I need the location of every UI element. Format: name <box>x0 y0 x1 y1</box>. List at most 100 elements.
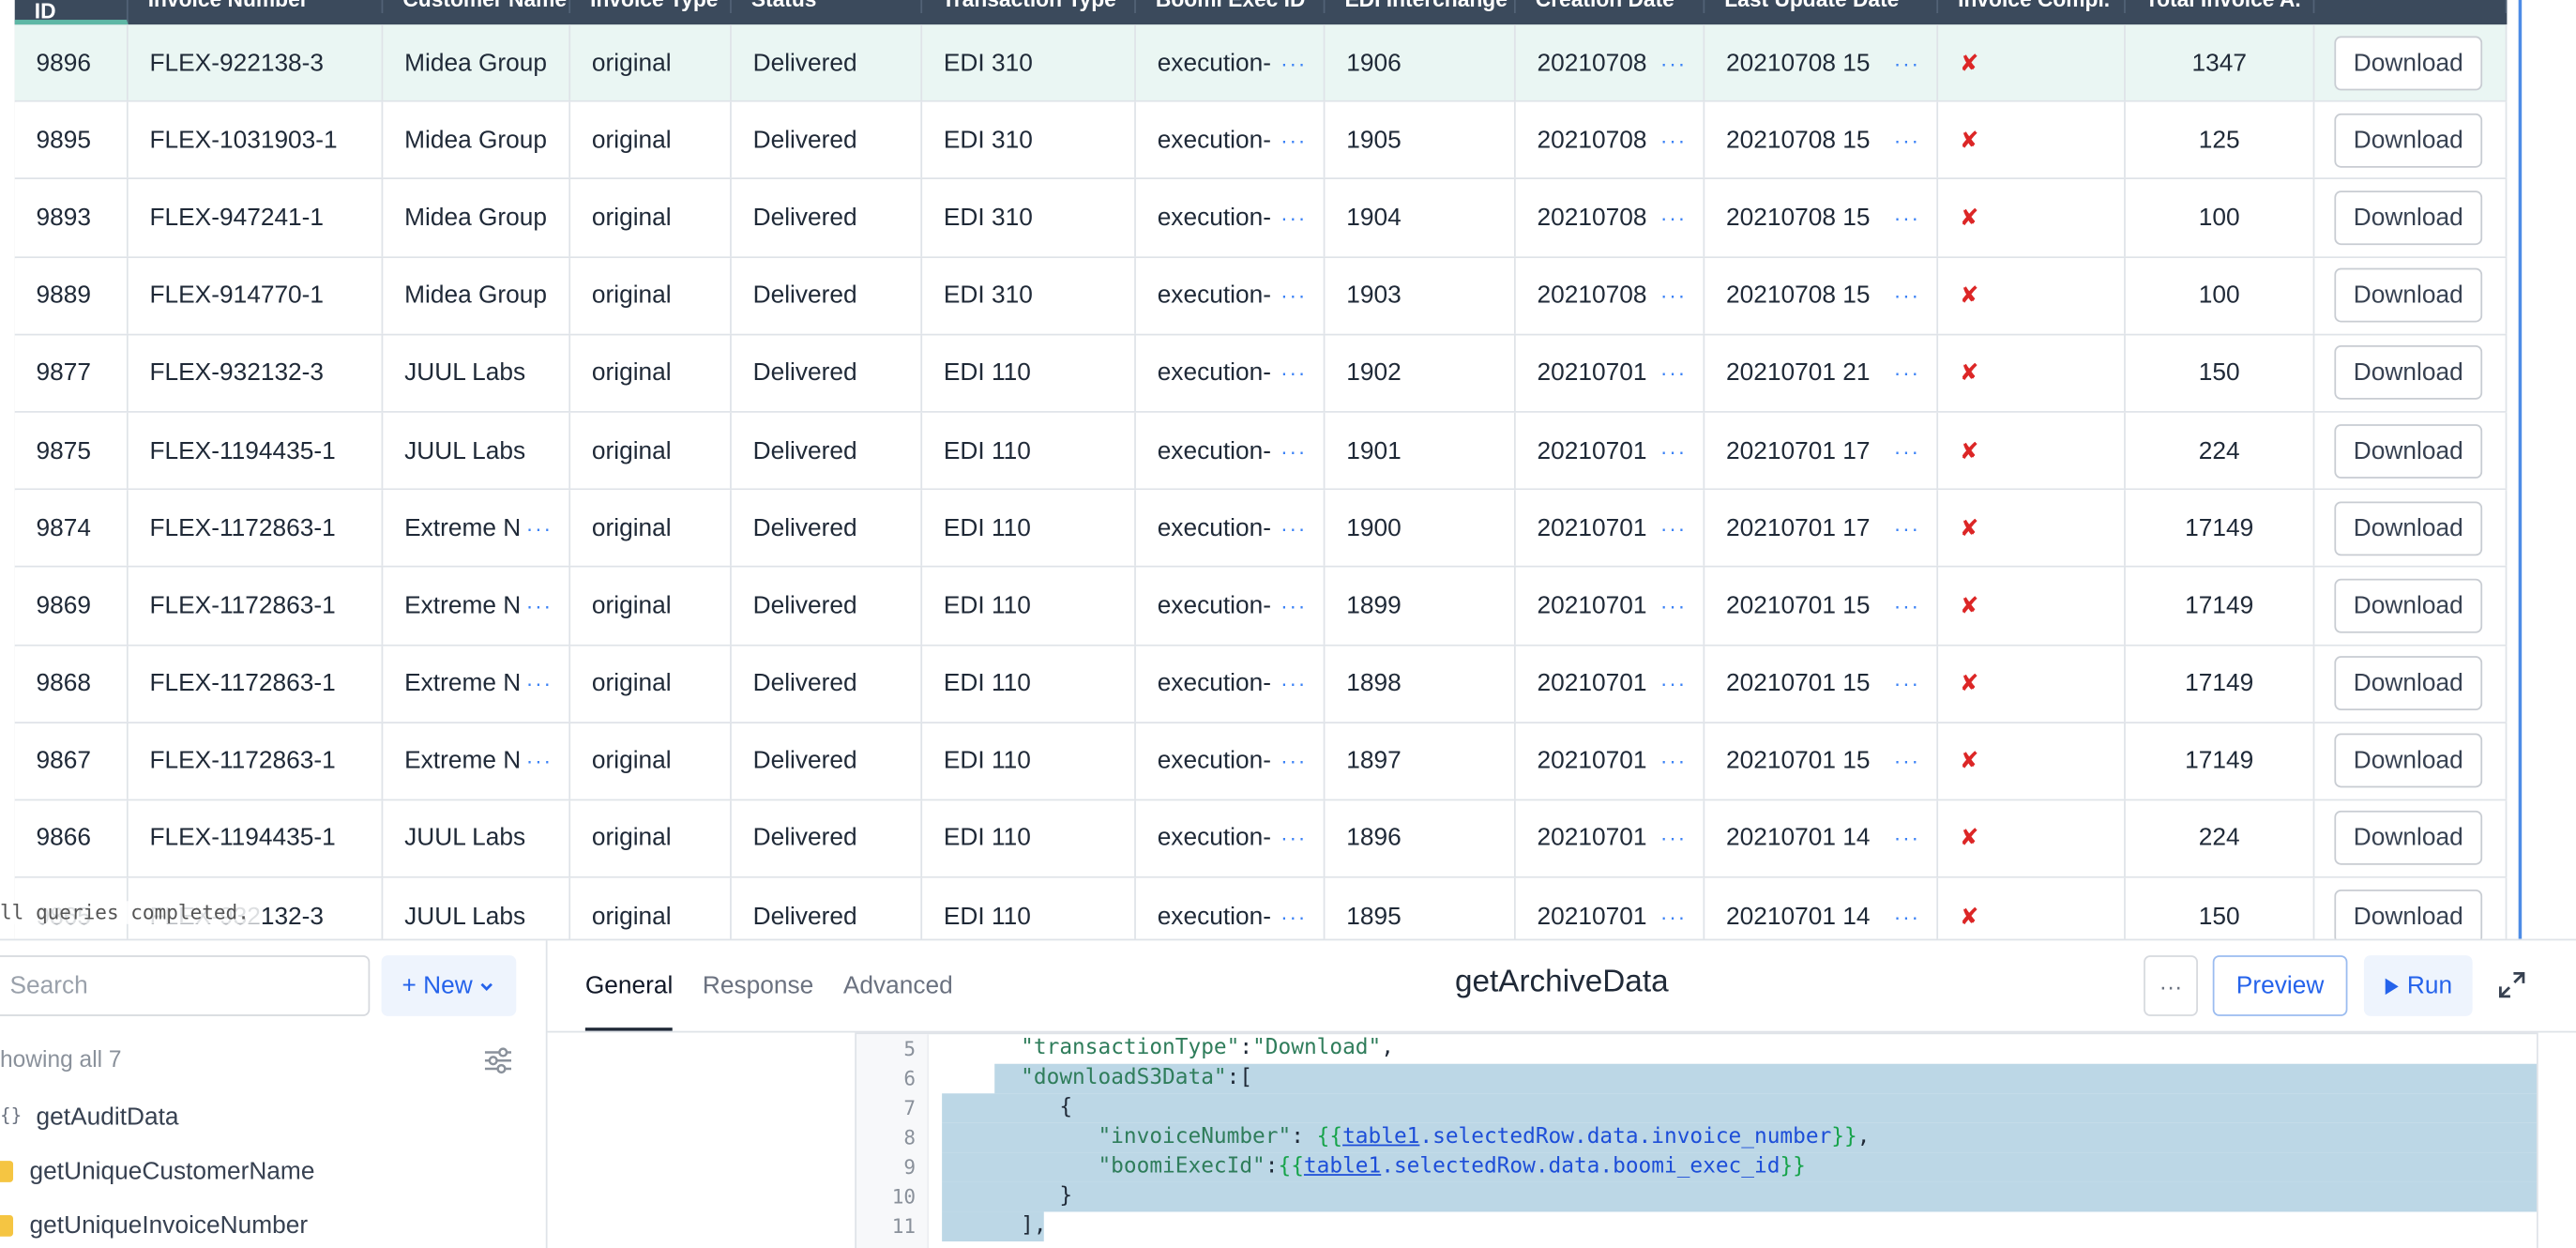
expand-cell-icon[interactable]: ··· <box>1894 51 1920 75</box>
more-options-button[interactable]: ··· <box>2144 955 2198 1016</box>
download-button[interactable]: Download <box>2334 734 2483 788</box>
tab-response[interactable]: Response <box>703 940 813 1030</box>
download-button[interactable]: Download <box>2334 113 2483 168</box>
download-button[interactable]: Download <box>2334 578 2483 633</box>
filter-sliders-icon[interactable] <box>483 1045 513 1075</box>
expand-cell-icon[interactable]: ··· <box>1660 826 1687 850</box>
run-button[interactable]: Run <box>2363 955 2473 1016</box>
expand-cell-icon[interactable]: ··· <box>1280 749 1307 773</box>
table-row[interactable]: 9869 FLEX-1172863-1 Extreme N ··· original De… <box>14 568 2508 646</box>
download-button[interactable]: Download <box>2334 190 2483 246</box>
tab-general[interactable]: General <box>584 940 674 1031</box>
expand-cell-icon[interactable]: ··· <box>1894 826 1920 850</box>
expand-cell-icon[interactable]: ··· <box>1280 438 1307 463</box>
expand-cell-icon[interactable]: ··· <box>1660 51 1687 75</box>
expand-cell-icon[interactable]: ··· <box>1894 671 1920 695</box>
download-button[interactable]: Download <box>2334 423 2483 479</box>
expand-cell-icon[interactable]: ··· <box>526 671 553 695</box>
expand-cell-icon[interactable]: ··· <box>1280 516 1307 540</box>
query-item-getauditdata[interactable]: {} getAuditData <box>0 1099 179 1135</box>
expand-cell-icon[interactable]: ··· <box>526 516 553 540</box>
table-row[interactable]: 9868 FLEX-1172863-1 Extreme N ··· original De… <box>14 645 2508 723</box>
column-header[interactable]: Invoice Compl. <box>1938 0 2126 14</box>
preview-button[interactable]: Preview <box>2212 955 2348 1016</box>
download-button[interactable]: Download <box>2334 811 2483 866</box>
expand-cell-icon[interactable]: ··· <box>1894 438 1920 463</box>
expand-cell-icon[interactable]: ··· <box>1660 283 1687 308</box>
expand-cell-icon[interactable]: ··· <box>1280 593 1307 617</box>
cell-text: Delivered <box>752 513 857 542</box>
expand-cell-icon[interactable]: ··· <box>1894 360 1920 385</box>
expand-cell-icon[interactable]: ··· <box>526 749 553 773</box>
table-row[interactable]: 9865FLEX-932132-3JUUL LabsoriginalDelive… <box>14 877 2508 939</box>
expand-cell-icon[interactable]: ··· <box>1660 205 1687 230</box>
table-cell-customer: Midea Group <box>383 101 571 178</box>
cell-text: original <box>591 48 672 77</box>
column-header[interactable]: Transaction Type <box>922 0 1136 14</box>
download-button[interactable]: Download <box>2334 35 2483 90</box>
cell-text: 20210701 17 <box>1726 513 1871 542</box>
download-button[interactable]: Download <box>2334 656 2483 711</box>
expand-cell-icon[interactable]: ··· <box>1894 205 1920 230</box>
download-button[interactable]: Download <box>2334 345 2483 401</box>
expand-cell-icon[interactable]: ··· <box>1280 904 1307 928</box>
table-row[interactable]: 9874 FLEX-1172863-1 Extreme N ··· original De… <box>14 490 2508 569</box>
expand-cell-icon[interactable]: ··· <box>1660 749 1687 773</box>
expand-cell-icon[interactable]: ··· <box>1894 128 1920 152</box>
expand-cell-icon[interactable]: ··· <box>526 593 553 617</box>
code-line: 8 "invoiceNumber": {{table1.selectedRow.… <box>856 1122 2537 1153</box>
expand-cell-icon[interactable]: ··· <box>1660 904 1687 928</box>
expand-cell-icon[interactable]: ··· <box>1660 360 1687 385</box>
cross-icon: ✘ <box>1959 747 1979 774</box>
expand-cell-icon[interactable]: ··· <box>1894 516 1920 540</box>
table-row[interactable]: 9896 FLEX-922138-3 Midea Group original Deli… <box>14 24 2508 102</box>
column-header[interactable]: Invoice Number <box>129 0 384 14</box>
table-row[interactable]: 9889 FLEX-914770-1 Midea Group original Deli… <box>14 257 2508 336</box>
expand-cell-icon[interactable]: ··· <box>1280 826 1307 850</box>
tab-advanced[interactable]: Advanced <box>843 940 953 1030</box>
expand-cell-icon[interactable]: ··· <box>1660 671 1687 695</box>
column-header[interactable]: Creation Date <box>1516 0 1705 14</box>
column-header[interactable] <box>2314 0 2508 14</box>
table-row[interactable]: 9895 FLEX-1031903-1 Midea Group original Del… <box>14 101 2508 180</box>
download-button[interactable]: Download <box>2334 267 2483 323</box>
code-editor[interactable]: 5 "transactionType":"Download", 6 "downl… <box>855 1032 2538 1248</box>
column-header[interactable]: EDI Interchange <box>1325 0 1516 14</box>
column-header[interactable]: Status <box>732 0 923 14</box>
expand-cell-icon[interactable]: ··· <box>1894 283 1920 308</box>
column-header[interactable]: ID <box>14 0 129 25</box>
table-row[interactable]: 9875 FLEX-1194435-1 JUUL Labs original Deliv… <box>14 412 2508 491</box>
chevron-down-icon <box>481 982 493 991</box>
expand-cell-icon[interactable]: ··· <box>1280 205 1307 230</box>
query-item-getuniquecustomername[interactable]: getUniqueCustomerName <box>0 1152 314 1189</box>
column-header[interactable]: Boomi Exec ID <box>1136 0 1326 14</box>
expand-cell-icon[interactable]: ··· <box>1280 283 1307 308</box>
column-header[interactable]: Last Update Date <box>1705 0 1939 14</box>
column-header[interactable]: Invoice Type <box>570 0 732 14</box>
expand-icon[interactable] <box>2495 968 2528 1001</box>
table-row[interactable]: 9893 FLEX-947241-1 Midea Group original Deli… <box>14 179 2508 258</box>
new-query-button[interactable]: + New <box>381 955 517 1016</box>
expand-cell-icon[interactable]: ··· <box>1280 128 1307 152</box>
download-button[interactable]: Download <box>2334 500 2483 556</box>
expand-cell-icon[interactable]: ··· <box>1660 593 1687 617</box>
table-cell-id: 9868 <box>15 645 129 722</box>
query-name[interactable]: getArchiveData <box>1364 966 1759 1002</box>
table-row[interactable]: 9877 FLEX-932132-3 JUUL Labs original Delive… <box>14 335 2508 413</box>
expand-cell-icon[interactable]: ··· <box>1660 128 1687 152</box>
table-row[interactable]: 9867 FLEX-1172863-1 Extreme N ··· original De… <box>14 723 2508 801</box>
expand-cell-icon[interactable]: ··· <box>1280 51 1307 75</box>
column-header[interactable]: Customer Name <box>383 0 571 14</box>
expand-cell-icon[interactable]: ··· <box>1894 593 1920 617</box>
expand-cell-icon[interactable]: ··· <box>1280 671 1307 695</box>
expand-cell-icon[interactable]: ··· <box>1660 516 1687 540</box>
query-search-input[interactable]: Search <box>0 955 371 1016</box>
expand-cell-icon[interactable]: ··· <box>1894 749 1920 773</box>
column-header[interactable]: Total Invoice A. <box>2126 0 2315 14</box>
expand-cell-icon[interactable]: ··· <box>1894 904 1920 928</box>
table-row[interactable]: 9866 FLEX-1194435-1 JUUL Labs original Deliv… <box>14 800 2508 878</box>
expand-cell-icon[interactable]: ··· <box>1280 360 1307 385</box>
expand-cell-icon[interactable]: ··· <box>1660 438 1687 463</box>
query-item-getuniqueinvoicenumber[interactable]: getUniqueInvoiceNumber <box>0 1207 308 1243</box>
download-button[interactable]: Download <box>2334 889 2483 939</box>
